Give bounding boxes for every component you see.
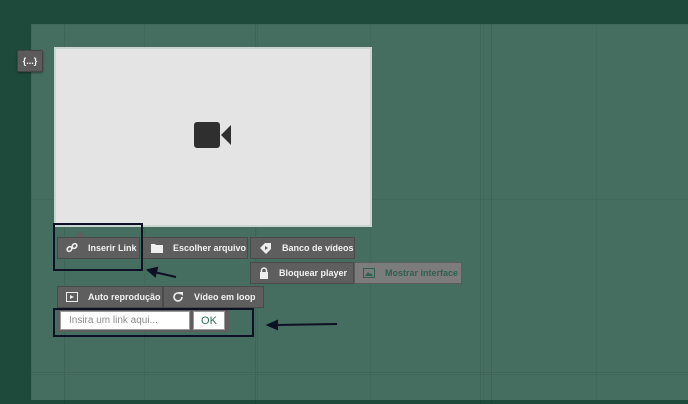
arrow-line	[275, 323, 338, 326]
arrow-head	[145, 266, 159, 278]
annotation-arrows	[145, 266, 338, 331]
arrow-head	[265, 319, 278, 331]
arrow-line	[153, 271, 177, 278]
